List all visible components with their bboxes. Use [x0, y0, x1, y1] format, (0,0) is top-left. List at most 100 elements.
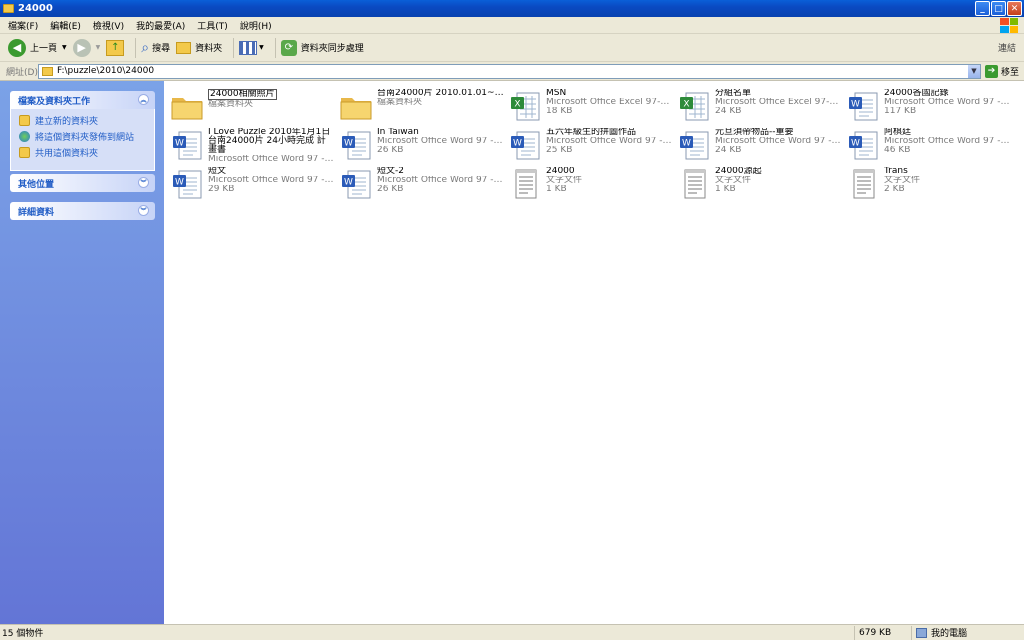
- my-computer-icon: [916, 627, 927, 638]
- file-item[interactable]: W I Love Puzzle 2010年1月1日 台南24000片 24小時完成…: [170, 128, 339, 168]
- address-input[interactable]: F:\puzzle\2010\24000 ▼: [38, 63, 981, 79]
- folder-icon: [170, 89, 204, 123]
- forward-button[interactable]: ▶ ▼: [72, 37, 101, 59]
- folders-button[interactable]: 資料夾: [176, 37, 222, 59]
- task-label: 共用這個資料夾: [35, 149, 99, 159]
- file-item[interactable]: 24000 文字文件 1 KB: [508, 167, 677, 207]
- search-label: 搜尋: [152, 44, 171, 54]
- svg-text:X: X: [683, 100, 689, 110]
- file-item[interactable]: 台南24000片 2010.01.01~02 檔案資料夾: [339, 89, 508, 129]
- address-label: 網址(D): [6, 67, 38, 78]
- menu-file[interactable]: 檔案(F): [8, 19, 38, 32]
- word-icon: W: [846, 128, 880, 162]
- views-button[interactable]: ▼: [239, 37, 264, 59]
- file-tasks-body: 建立新的資料夾 將這個資料夾發佈到網站 共用這個資料夾: [10, 109, 155, 171]
- task-label: 將這個資料夾發佈到網站: [35, 133, 135, 143]
- file-name: 短文: [208, 167, 227, 176]
- task-label: 建立新的資料夾: [35, 117, 99, 127]
- file-size: 29 KB: [208, 185, 235, 194]
- file-item[interactable]: W 短文Microsoft Office Word 97 - 2003 ...29…: [170, 167, 339, 207]
- file-item[interactable]: W 元旦須帶物品--重要Microsoft Office Word 97 - 20…: [677, 128, 846, 168]
- address-dropdown-icon[interactable]: ▼: [968, 64, 980, 78]
- back-label: 上一頁: [30, 44, 58, 54]
- file-name: I Love Puzzle 2010年1月1日 台南24000片 24小時完成 …: [208, 128, 331, 155]
- file-type: Microsoft Office Word 97 - 2003 ...: [208, 176, 336, 185]
- status-total-size: 679 KB: [859, 627, 892, 638]
- menu-view[interactable]: 檢視(V): [93, 19, 124, 32]
- chevron-down-icon[interactable]: ▼: [259, 44, 264, 51]
- details-header[interactable]: 詳細資料 ︾: [10, 202, 155, 220]
- file-name: 台南24000片 2010.01.01~02: [377, 89, 505, 98]
- file-type: Microsoft Office Word 97 - 2003 ...: [715, 137, 843, 146]
- menu-help[interactable]: 說明(H): [240, 19, 272, 32]
- file-item[interactable]: W 阿棋廷Microsoft Office Word 97 - 2003 ...4…: [846, 128, 1015, 168]
- up-folder-button[interactable]: ↑: [106, 37, 125, 59]
- close-button[interactable]: ✕: [1007, 1, 1022, 16]
- expand-icon[interactable]: ︾: [138, 177, 149, 188]
- toolbar: ◀ 上一頁 ▼ ▶ ▼ ↑ ⌕ 搜尋 資料夾 ▼ ⟳ 資料夾同步處理 連結: [0, 34, 1024, 62]
- file-item[interactable]: 24000源起 文字文件 1 KB: [677, 167, 846, 207]
- file-size: 117 KB: [884, 107, 917, 116]
- file-type: 檔案資料夾: [377, 98, 423, 107]
- file-tasks-header[interactable]: 檔案及資料夾工作 ︽: [10, 91, 155, 109]
- file-size: 2 KB: [884, 185, 905, 194]
- task-publish-web[interactable]: 將這個資料夾發佈到網站: [19, 130, 148, 143]
- svg-text:X: X: [514, 100, 520, 110]
- go-arrow-icon: ➔: [985, 64, 998, 78]
- svg-text:W: W: [851, 100, 860, 110]
- file-name: Trans: [884, 167, 908, 176]
- file-item[interactable]: X MSNMicrosoft Office Excel 97-2003 工...1…: [508, 89, 677, 129]
- folder-icon: [339, 89, 373, 123]
- explorer-window: 24000 _ □ ✕ 檔案(F) 編輯(E) 檢視(V) 我的最愛(A) 工具…: [0, 0, 1024, 640]
- task-share-folder[interactable]: 共用這個資料夾: [19, 146, 148, 159]
- word-icon: W: [170, 128, 204, 162]
- windows-logo-icon: [1000, 18, 1018, 33]
- file-type: 文字文件: [884, 176, 921, 185]
- chevron-down-icon[interactable]: ▼: [62, 44, 67, 51]
- file-item[interactable]: W 24000各國記錄Microsoft Office Word 97 - 200…: [846, 89, 1015, 129]
- file-type: Microsoft Office Excel 97-2003 工...: [546, 98, 674, 107]
- forward-arrow-icon: ▶: [72, 38, 91, 57]
- search-button[interactable]: ⌕ 搜尋: [141, 37, 170, 59]
- views-icon: [239, 40, 258, 55]
- file-item[interactable]: W 五六年級生的拼圖作品Microsoft Office Word 97 - 20…: [508, 128, 677, 168]
- file-size: 18 KB: [546, 107, 573, 116]
- minimize-button[interactable]: _: [975, 1, 990, 16]
- search-icon: ⌕: [141, 39, 150, 56]
- file-item[interactable]: W In TaiwanMicrosoft Office Word 97 - 200…: [339, 128, 508, 168]
- file-item[interactable]: W 短文-2Microsoft Office Word 97 - 2003 ...…: [339, 167, 508, 207]
- collapse-icon[interactable]: ︽: [138, 94, 149, 105]
- folders-label: 資料夾: [195, 44, 223, 54]
- back-button[interactable]: ◀ 上一頁 ▼: [8, 37, 67, 59]
- file-name: 短文-2: [377, 167, 404, 176]
- task-new-folder[interactable]: 建立新的資料夾: [19, 114, 148, 127]
- file-size: 46 KB: [884, 146, 911, 155]
- menu-favorites[interactable]: 我的最愛(A): [136, 19, 185, 32]
- file-item[interactable]: Trans 文字文件 2 KB: [846, 167, 1015, 207]
- file-type: Microsoft Office Excel 97-2003 工...: [715, 98, 843, 107]
- chevron-down-icon[interactable]: ▼: [96, 44, 101, 51]
- file-name: 24000源起: [715, 167, 762, 176]
- go-button[interactable]: ➔ 移至: [985, 64, 1020, 78]
- maximize-button[interactable]: □: [991, 1, 1006, 16]
- menu-edit[interactable]: 編輯(E): [50, 19, 81, 32]
- folder-sync-button[interactable]: ⟳ 資料夾同步處理: [280, 37, 364, 59]
- file-size: 24 KB: [715, 107, 742, 116]
- file-type: Microsoft Office Word 97 - 2003 ...: [884, 137, 1012, 146]
- word-icon: W: [170, 167, 204, 201]
- file-item[interactable]: X 分組名單Microsoft Office Excel 97-2003 工...…: [677, 89, 846, 129]
- title-bar[interactable]: 24000 _ □ ✕: [0, 0, 1024, 17]
- other-places-header[interactable]: 其他位置 ︾: [10, 174, 155, 192]
- file-item[interactable]: 24000相關照片 檔案資料夾: [170, 89, 339, 129]
- word-icon: W: [677, 128, 711, 162]
- folder-sync-label: 資料夾同步處理: [300, 44, 364, 54]
- word-icon: W: [339, 167, 373, 201]
- folder-icon: [3, 4, 14, 13]
- new-folder-icon: [19, 115, 30, 126]
- other-places-title: 其他位置: [18, 179, 55, 190]
- links-label[interactable]: 連結: [998, 41, 1016, 54]
- status-object-count: 15 個物件: [2, 629, 44, 639]
- menu-tools[interactable]: 工具(T): [197, 19, 228, 32]
- go-label: 移至: [1001, 67, 1020, 78]
- expand-icon[interactable]: ︾: [138, 205, 149, 216]
